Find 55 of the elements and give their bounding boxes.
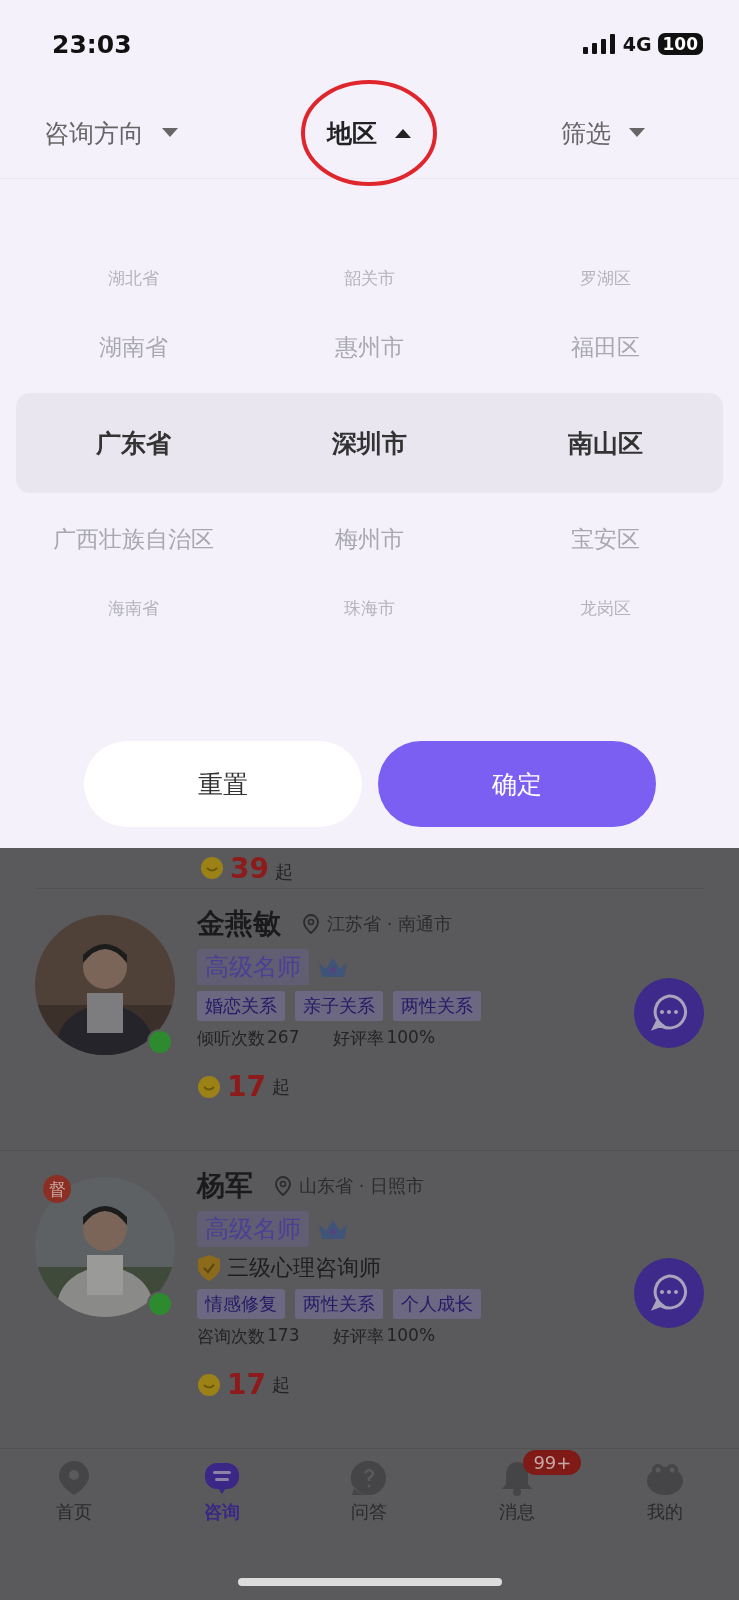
picker-option[interactable]: 湖北省: [108, 266, 160, 290]
location-pin-icon: [275, 1176, 291, 1196]
price-unit: 起: [271, 1075, 290, 1099]
coin-icon: [197, 1074, 221, 1099]
topic-tag: 婚恋关系: [197, 991, 285, 1021]
price-unit: 起: [274, 860, 293, 884]
caret-icon: [629, 128, 645, 138]
topic-tag: 两性关系: [295, 1289, 383, 1319]
confirm-button[interactable]: 确定: [377, 741, 656, 827]
caret-icon: [162, 128, 178, 138]
picker-option[interactable]: 惠州市: [335, 331, 404, 363]
picker-option[interactable]: 龙岗区: [579, 596, 631, 620]
picker-option[interactable]: 湖南省: [99, 331, 169, 363]
price-unit: 起: [271, 1373, 290, 1397]
coin-icon: [197, 1372, 221, 1397]
picker-option[interactable]: 深圳市: [332, 426, 407, 460]
signal-icon: [582, 34, 617, 54]
location-pin-icon: [303, 914, 319, 934]
topic-tag: 亲子关系: [295, 991, 383, 1021]
reset-button[interactable]: 重置: [83, 741, 362, 827]
chat-bubble-icon: [649, 992, 689, 1033]
stat-value: 267: [267, 1027, 300, 1049]
price-amount: 17: [227, 1070, 266, 1103]
stat-value: 100%: [386, 1325, 436, 1347]
topic-tag: 个人成长: [393, 1289, 481, 1319]
picker-option[interactable]: 南山区: [567, 426, 643, 460]
caret-icon: [395, 128, 412, 138]
filter-tab[interactable]: 咨询方向: [40, 112, 182, 154]
picker-option[interactable]: 罗湖区: [579, 266, 631, 290]
price-amount: 39: [230, 851, 269, 885]
topic-tag: 情感修复: [197, 1289, 285, 1319]
unread-badge: 99+: [523, 1450, 582, 1475]
stat-value: 100%: [386, 1027, 436, 1049]
picker-option[interactable]: 韶关市: [344, 266, 395, 290]
battery-level: 100: [657, 33, 703, 55]
stat-value: 173: [267, 1325, 300, 1347]
shield-check-icon: [197, 1254, 221, 1282]
picker-option[interactable]: 宝安区: [570, 523, 640, 555]
chat-bubble-icon: [649, 1272, 689, 1313]
certificate-label: 三级心理咨询师: [227, 1254, 381, 1282]
price-amount: 17: [227, 1368, 266, 1401]
status-time: 23:03: [52, 29, 132, 59]
picker-option[interactable]: 福田区: [570, 331, 640, 363]
supervisor-badge: 督: [43, 1175, 71, 1203]
picker-option[interactable]: 珠海市: [344, 596, 395, 620]
picker-option[interactable]: 广西壮族自治区: [53, 523, 215, 555]
picker-option[interactable]: 广东省: [96, 426, 172, 460]
network-label: 4G: [622, 33, 652, 55]
topic-tag: 两性关系: [393, 991, 481, 1021]
picker-option[interactable]: 梅州市: [335, 523, 404, 555]
counselor-name: 金燕敏: [197, 906, 281, 942]
coin-icon: [200, 856, 224, 880]
counselor-name: 杨军: [197, 1168, 253, 1204]
picker-option[interactable]: 海南省: [108, 596, 160, 620]
filter-tab[interactable]: 筛选: [557, 112, 649, 154]
